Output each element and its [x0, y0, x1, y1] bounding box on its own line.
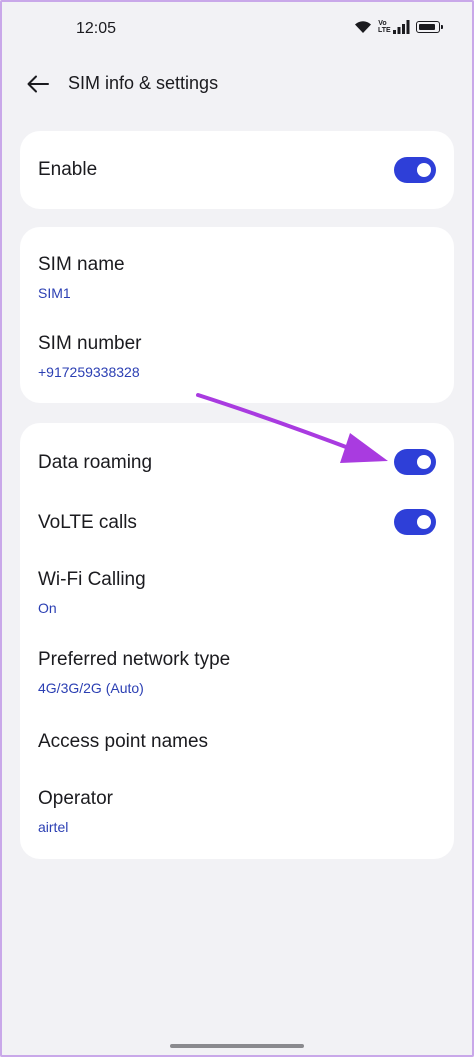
- access-point-names-label: Access point names: [38, 731, 209, 752]
- sim-name-value: SIM1: [38, 285, 71, 301]
- enable-toggle[interactable]: [394, 157, 436, 183]
- arrow-left-icon: [27, 75, 49, 93]
- toggle-knob: [417, 455, 431, 469]
- data-roaming-toggle[interactable]: [394, 449, 436, 475]
- status-icons: Vo LTE: [354, 20, 443, 34]
- operator-value: airtel: [38, 819, 69, 835]
- sim-name-row[interactable]: SIM name SIM1: [38, 254, 436, 301]
- battery-icon: [416, 21, 443, 33]
- access-point-names-row[interactable]: Access point names: [38, 731, 436, 753]
- sim-name-label: SIM name: [38, 254, 125, 275]
- status-bar: 12:05 Vo LTE: [0, 0, 474, 58]
- volte-icon: Vo LTE: [378, 20, 391, 34]
- enable-row[interactable]: Enable: [38, 159, 436, 181]
- gesture-nav-handle[interactable]: [170, 1044, 304, 1048]
- network-settings-card: Data roaming VoLTE calls Wi-Fi Calling O…: [20, 423, 454, 859]
- back-button[interactable]: [24, 70, 52, 98]
- volte-calls-row[interactable]: VoLTE calls: [38, 512, 436, 534]
- sim-number-row[interactable]: SIM number +917259338328: [38, 333, 436, 380]
- wifi-icon: [355, 21, 371, 33]
- sim-number-label: SIM number: [38, 333, 142, 354]
- volte-badge-top: Vo: [378, 20, 387, 27]
- sim-number-value: +917259338328: [38, 364, 140, 380]
- data-roaming-row[interactable]: Data roaming: [38, 452, 436, 474]
- wifi-calling-label: Wi-Fi Calling: [38, 569, 146, 590]
- toggle-knob: [417, 515, 431, 529]
- volte-calls-label: VoLTE calls: [38, 512, 137, 533]
- preferred-network-value: 4G/3G/2G (Auto): [38, 680, 144, 696]
- operator-label: Operator: [38, 788, 113, 809]
- wifi-calling-value: On: [38, 600, 57, 616]
- preferred-network-label: Preferred network type: [38, 649, 231, 670]
- status-time: 12:05: [76, 20, 117, 37]
- signal-icon: [393, 20, 410, 34]
- volte-calls-toggle[interactable]: [394, 509, 436, 535]
- preferred-network-row[interactable]: Preferred network type 4G/3G/2G (Auto): [38, 649, 436, 696]
- data-roaming-label: Data roaming: [38, 452, 153, 473]
- sim-info-card: SIM name SIM1 SIM number +917259338328: [20, 227, 454, 403]
- operator-row[interactable]: Operator airtel: [38, 788, 436, 835]
- volte-badge-bottom: LTE: [378, 27, 391, 34]
- enable-card: Enable: [20, 131, 454, 209]
- enable-label: Enable: [38, 159, 98, 180]
- page-title: SIM info & settings: [68, 73, 219, 93]
- wifi-calling-row[interactable]: Wi-Fi Calling On: [38, 569, 436, 616]
- toggle-knob: [417, 163, 431, 177]
